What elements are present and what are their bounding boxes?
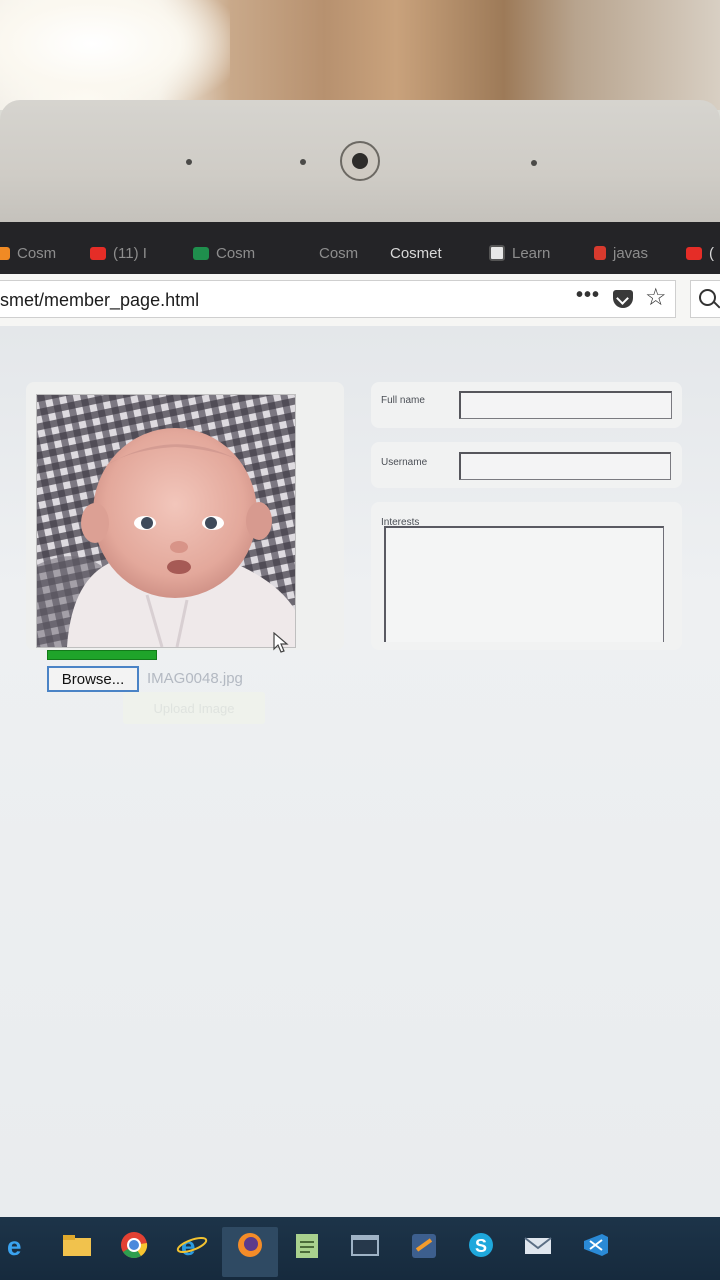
tab-cosm-2[interactable]: Cosm [319, 240, 358, 266]
sublime-icon[interactable] [407, 1230, 441, 1260]
selected-file-name: IMAG0048.jpg [147, 670, 243, 687]
browser-toolbar: smet/member_page.html ••• ☆ [0, 274, 720, 327]
full-name-field[interactable] [459, 391, 672, 419]
internet-explorer-icon[interactable]: e [175, 1230, 209, 1260]
svg-text:S: S [475, 1236, 487, 1256]
profile-photo [36, 394, 296, 648]
windows-taskbar: e e S [0, 1217, 720, 1280]
tab-label: ( [709, 244, 714, 262]
upload-progress-bar [47, 650, 157, 660]
browse-button[interactable]: Browse... [47, 666, 139, 692]
full-name-label: Full name [381, 395, 425, 406]
tab-label: Learn [512, 244, 551, 262]
url-text: smet/member_page.html [0, 290, 200, 310]
baby-photo-image [37, 395, 295, 647]
mail-icon[interactable] [521, 1230, 555, 1260]
tab-learn[interactable]: Learn [489, 240, 550, 266]
skype-icon[interactable]: S [464, 1230, 498, 1260]
mouse-cursor-icon [273, 632, 289, 653]
youtube-icon [90, 246, 106, 260]
member-page: Browse... IMAG0048.jpg Upload Image Full… [0, 326, 720, 1217]
tab-label: Cosmet [390, 244, 442, 262]
tab-javascript[interactable]: javas [594, 240, 648, 266]
tab-youtube[interactable]: (11) I [90, 240, 147, 266]
tab-cosmet-active[interactable]: Cosmet [390, 240, 442, 266]
webcam-icon [340, 141, 380, 181]
window-icon[interactable] [348, 1230, 382, 1260]
interests-textarea[interactable] [384, 526, 664, 642]
bezel-sensor-dot [186, 159, 192, 165]
learn-favicon-icon [489, 245, 505, 261]
firefox-icon[interactable] [233, 1230, 267, 1260]
tab-label: javas [613, 244, 649, 262]
java-icon [594, 246, 606, 260]
youtube-icon [686, 246, 702, 260]
orange-favicon-icon [0, 246, 10, 260]
file-explorer-icon[interactable] [60, 1230, 94, 1260]
notepad-icon[interactable] [290, 1230, 324, 1260]
edge-legacy-icon[interactable]: e [2, 1230, 36, 1260]
username-label: Username [381, 457, 428, 468]
spreadsheet-icon [193, 246, 209, 260]
bookmark-star-icon[interactable]: ☆ [645, 283, 667, 312]
svg-text:e: e [7, 1231, 21, 1260]
tab-cosm-sheet[interactable]: Cosm [193, 240, 255, 266]
username-field[interactable] [459, 452, 671, 480]
search-button[interactable] [690, 280, 720, 318]
screen: Cosm (11) I Cosm Cosm Cosmet Learn javas… [0, 222, 720, 1217]
page-actions-menu-icon[interactable]: ••• [576, 284, 600, 307]
tab-label: (11) I [113, 244, 147, 262]
pocket-icon[interactable] [613, 290, 633, 308]
chrome-icon[interactable] [117, 1230, 151, 1260]
bezel-sensor-dot [531, 160, 537, 166]
bezel-sensor-dot [300, 159, 306, 165]
browser-tab-bar: Cosm (11) I Cosm Cosm Cosmet Learn javas… [0, 222, 720, 274]
tab-label: Cosm [216, 244, 256, 262]
window-light [0, 0, 230, 110]
svg-text:e: e [181, 1231, 195, 1260]
tab-label: Cosm [17, 244, 57, 262]
tab-youtube-2[interactable]: ( [686, 240, 714, 266]
tab-label: Cosm [319, 244, 359, 262]
room-background [0, 0, 720, 110]
address-bar[interactable]: smet/member_page.html ••• ☆ [0, 280, 676, 318]
visual-studio-icon[interactable] [578, 1230, 612, 1260]
tab-cosm-1[interactable]: Cosm [0, 240, 56, 266]
upload-image-button[interactable]: Upload Image [123, 692, 265, 724]
